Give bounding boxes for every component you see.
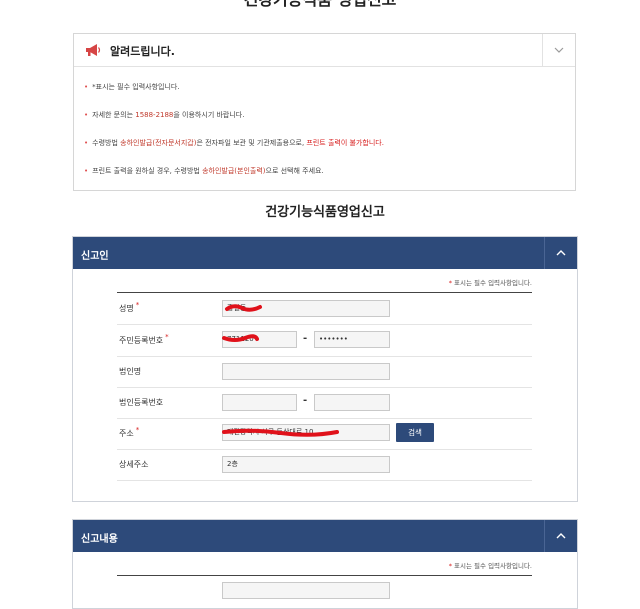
name-label: 성명 * [119, 301, 140, 313]
reporter-panel-title: 신고인 [81, 251, 109, 262]
megaphone-icon [86, 44, 101, 56]
report-content-panel: 신고내용 * 표시는 필수 입력사항입니다. [72, 519, 578, 609]
corp-no-back-input[interactable] [314, 394, 390, 411]
row-name: 성명 * 홍길동 [117, 293, 532, 325]
address-detail-input[interactable]: 2층 [222, 456, 390, 473]
reporter-panel: 신고인 * 표시는 필수 입력사항입니다. 성명 * 홍길동 주민등록번호 * 77… [72, 236, 578, 502]
chevron-up-icon [556, 533, 566, 539]
divider [117, 575, 532, 576]
phone-number: 1588-2188 [135, 111, 174, 119]
chevron-up-icon [556, 250, 566, 256]
report-content-panel-title: 신고내용 [81, 534, 118, 545]
notice-title: 알려드립니다. [110, 45, 175, 58]
notice-item: • 자세한 문의는 1588-2188을 이용하시기 바랍니다. [84, 111, 245, 119]
notice-item: • 프린트 출력을 원하실 경우, 수령방법 송하인발급(본인출력)으로 선택해 … [84, 167, 324, 175]
report-content-input[interactable] [222, 582, 390, 599]
page-title: 건강기능식품 영업신고 [0, 0, 640, 10]
row-rrn: 주민등록번호 * 771120 - ••••••• [117, 325, 532, 357]
rrn-label: 주민등록번호 * [119, 333, 169, 345]
address-detail-label: 상세주소 [119, 460, 149, 469]
form-title: 건강기능식품영업신고 [265, 205, 385, 220]
name-input[interactable]: 홍길동 [222, 300, 390, 317]
chevron-down-icon [554, 47, 564, 53]
report-content-panel-header[interactable]: 신고내용 [73, 520, 577, 552]
required-note: * 표시는 필수 입력사항입니다. [448, 279, 532, 287]
row-corp-name: 법인명 [117, 356, 532, 388]
row-corp-no: 법인등록번호 - [117, 387, 532, 419]
dash: - [303, 395, 308, 406]
notice-box: 알려드립니다. • *표시는 필수 입력사항입니다. • 자세한 문의는 1588-… [73, 33, 576, 191]
corp-no-front-input[interactable] [222, 394, 297, 411]
notice-list: • *표시는 필수 입력사항입니다. • 자세한 문의는 1588-2188을 이용… [74, 67, 575, 191]
reporter-panel-header[interactable]: 신고인 [73, 237, 577, 269]
address-label: 주소 * [119, 426, 140, 438]
row-address-detail: 상세주소 2층 [117, 449, 532, 481]
address-input[interactable]: 대전광역시 서구 둔산대로 10 [222, 424, 390, 441]
notice-item: • 수령방법 송하인발급(전자문서지갑)은 전자파일 보관 및 기관제출용으로, … [84, 139, 384, 147]
corp-no-label: 법인등록번호 [119, 398, 164, 407]
report-content-collapse-button[interactable] [544, 520, 577, 552]
reporter-collapse-button[interactable] [544, 237, 577, 269]
notice-header[interactable]: 알려드립니다. [74, 34, 575, 67]
notice-item: • *표시는 필수 입력사항입니다. [84, 83, 180, 91]
corp-name-input[interactable] [222, 363, 390, 380]
required-note: * 표시는 필수 입력사항입니다. [448, 562, 532, 570]
row-address: 주소 * 대전광역시 서구 둔산대로 10 검색 [117, 418, 532, 450]
notice-toggle-button[interactable] [542, 34, 575, 66]
dash: - [303, 333, 308, 344]
corp-name-label: 법인명 [119, 367, 142, 376]
address-search-button[interactable]: 검색 [396, 423, 434, 442]
rrn-back-input[interactable]: ••••••• [314, 331, 390, 348]
rrn-front-input[interactable]: 771120 [222, 331, 297, 348]
